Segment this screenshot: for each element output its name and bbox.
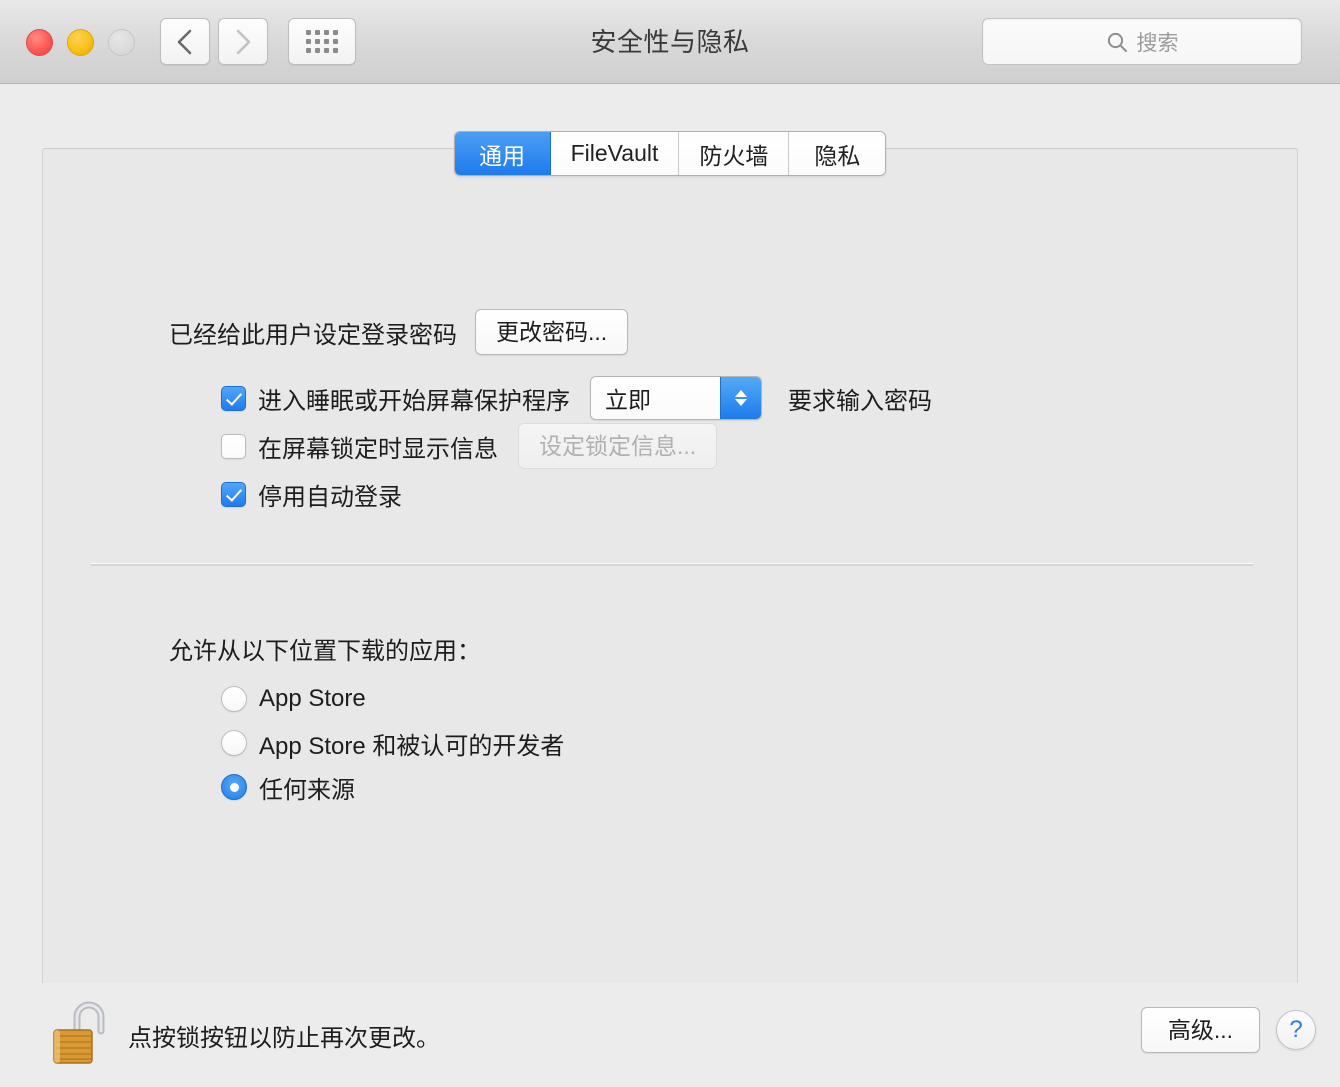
disable-automatic-login-row: 停用自动登录 — [221, 471, 932, 517]
traffic-light-buttons — [26, 29, 135, 56]
back-button[interactable] — [160, 18, 210, 65]
section-divider — [91, 563, 1253, 566]
radio-label-app-store-identified-developers: App Store 和被认可的开发者 — [259, 732, 565, 760]
advanced-button[interactable]: 高级... — [1140, 1007, 1260, 1053]
forward-button[interactable] — [218, 18, 268, 65]
help-button[interactable]: ? — [1276, 1010, 1316, 1050]
search-field[interactable]: 搜索 — [982, 18, 1302, 65]
require-password-checkbox[interactable] — [221, 385, 246, 411]
tab-firewall[interactable]: 防火墙 — [679, 132, 790, 175]
system-preferences-window: 安全性与隐私 搜索 已经给此用户设定登录密码 更改密码... 进入睡眠或开始屏幕… — [0, 0, 1340, 1087]
forward-chevron-icon — [236, 29, 251, 54]
close-button[interactable] — [26, 29, 53, 56]
navigation-buttons — [160, 18, 268, 65]
radio-row-app-store-identified-developers[interactable]: App Store 和被认可的开发者 — [221, 721, 564, 765]
search-placeholder: 搜索 — [1136, 31, 1179, 55]
login-password-status: 已经给此用户设定登录密码 — [169, 321, 457, 349]
grid-icon — [306, 30, 338, 53]
download-sources-radio-group: App Store App Store 和被认可的开发者 任何来源 — [221, 677, 564, 809]
lock-note-text: 点按锁按钮以防止再次更改。 — [128, 1025, 440, 1052]
require-password-delay-popup[interactable]: 立即 — [590, 376, 762, 420]
show-lock-message-label: 在屏幕锁定时显示信息 — [258, 435, 498, 463]
radio-row-app-store[interactable]: App Store — [221, 677, 564, 721]
require-password-suffix: 要求输入密码 — [788, 387, 932, 415]
general-pane-panel: 已经给此用户设定登录密码 更改密码... 进入睡眠或开始屏幕保护程序 立即 要求… — [42, 148, 1298, 1032]
show-lock-message-row: 在屏幕锁定时显示信息 设定锁定信息... — [221, 423, 932, 469]
radio-row-anywhere[interactable]: 任何来源 — [221, 765, 564, 809]
pane-bottom-bar: 点按锁按钮以防止再次更改。 高级... ? — [0, 983, 1340, 1087]
radio-label-app-store: App Store — [259, 685, 366, 712]
radio-anywhere[interactable] — [221, 774, 247, 800]
require-password-row: 进入睡眠或开始屏幕保护程序 立即 要求输入密码 — [221, 375, 932, 421]
search-icon — [1107, 32, 1127, 52]
preference-pane-content: 已经给此用户设定登录密码 更改密码... 进入睡眠或开始屏幕保护程序 立即 要求… — [0, 84, 1340, 1087]
radio-label-anywhere: 任何来源 — [259, 776, 355, 804]
download-section-title: 允许从以下位置下载的应用： — [169, 638, 481, 665]
tab-bar: 通用 FileVault 防火墙 隐私 — [0, 131, 1340, 176]
unlocked-padlock-icon[interactable] — [48, 997, 106, 1074]
change-password-button[interactable]: 更改密码... — [475, 309, 629, 355]
lock-area: 点按锁按钮以防止再次更改。 — [48, 997, 440, 1074]
show-lock-message-checkbox[interactable] — [221, 433, 246, 459]
tab-general[interactable]: 通用 — [454, 132, 551, 175]
tab-filevault[interactable]: FileVault — [550, 132, 680, 175]
security-options-group: 进入睡眠或开始屏幕保护程序 立即 要求输入密码 在屏幕锁定时显示信息 设定锁定信… — [221, 375, 932, 519]
zoom-button[interactable] — [108, 29, 135, 56]
chevron-updown-icon — [720, 377, 761, 419]
disable-automatic-login-checkbox[interactable] — [221, 481, 246, 507]
bottom-right-buttons: 高级... ? — [1140, 1007, 1316, 1053]
require-password-label: 进入睡眠或开始屏幕保护程序 — [258, 387, 570, 415]
set-lock-message-button[interactable]: 设定锁定信息... — [518, 423, 718, 469]
show-all-button[interactable] — [288, 18, 356, 65]
radio-app-store[interactable] — [221, 686, 247, 712]
login-password-row: 已经给此用户设定登录密码 更改密码... — [169, 309, 629, 355]
window-titlebar: 安全性与隐私 搜索 — [0, 0, 1340, 84]
require-password-delay-value: 立即 — [591, 377, 720, 419]
tab-privacy[interactable]: 隐私 — [789, 132, 886, 175]
back-chevron-icon — [177, 29, 192, 54]
disable-automatic-login-label: 停用自动登录 — [258, 483, 402, 511]
radio-app-store-identified-developers[interactable] — [221, 730, 247, 756]
minimize-button[interactable] — [67, 29, 94, 56]
